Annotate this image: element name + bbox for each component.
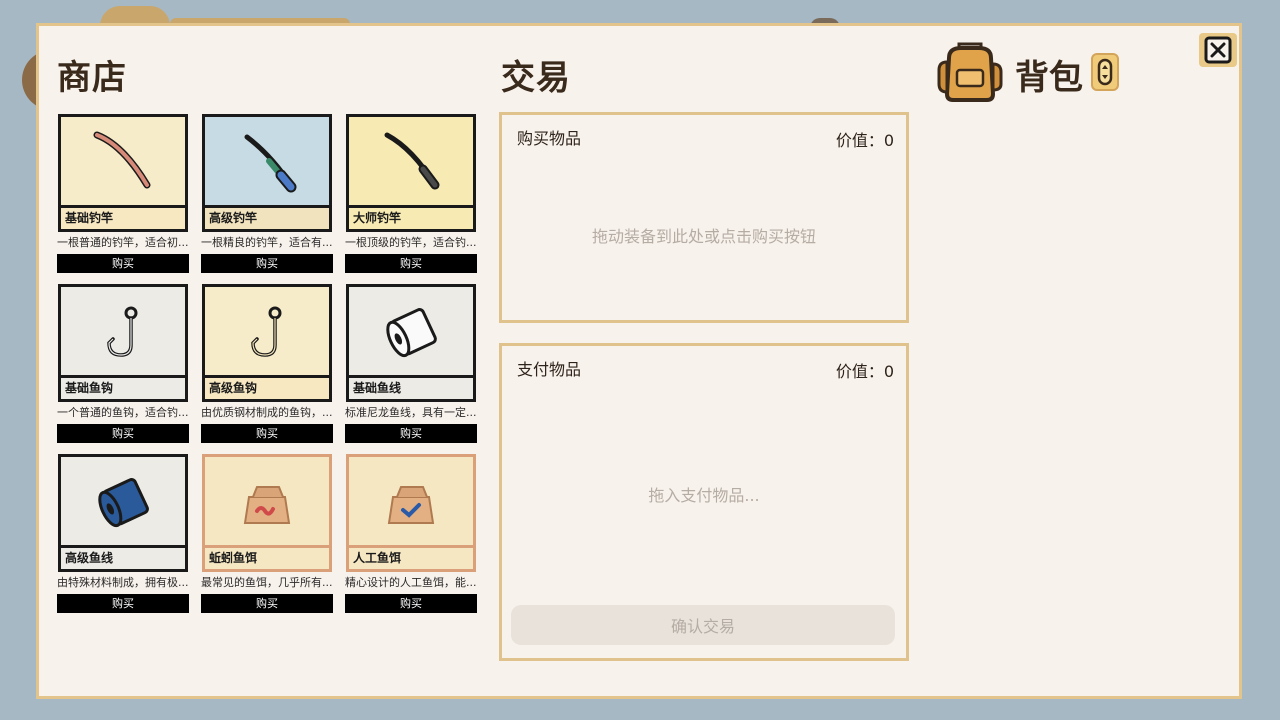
pay-items-value: 价值：0 <box>835 362 894 381</box>
shop-item-card[interactable]: 基础鱼线 <box>346 284 476 402</box>
shop-item-name: 蚯蚓鱼饵 <box>205 545 329 569</box>
shop-item-desc: 一根普通的钓竿，适合初... <box>57 236 189 249</box>
shop-item: 人工鱼饵 精心设计的人工鱼饵，能... 购买 <box>345 454 477 614</box>
shop-trade-panel: 商店 交易 基础钓竿 一根普通的钓竿，适合初... 购买 高级钓竿 一根精良的钓… <box>36 23 1242 699</box>
pay-items-title: 支付物品 <box>517 360 582 379</box>
basic-line-icon <box>386 308 437 358</box>
shop-item-name: 高级鱼钩 <box>205 375 329 399</box>
shop-item-desc: 标准尼龙鱼线，具有一定... <box>345 406 477 419</box>
backpack-title: 背包 <box>1015 58 1083 98</box>
shop-item: 高级鱼线 由特殊材料制成，拥有极... 购买 <box>57 454 189 614</box>
shop-item-name: 高级钓竿 <box>205 205 329 229</box>
shop-item-desc: 最常见的鱼饵，几乎所有... <box>201 576 333 589</box>
advanced-hook-icon <box>251 306 282 357</box>
advanced-line-icon <box>98 478 149 528</box>
shop-item-name: 人工鱼饵 <box>349 545 473 569</box>
buy-button[interactable]: 购买 <box>57 594 189 613</box>
shop-item-card[interactable]: 高级鱼线 <box>58 454 188 572</box>
shop-item-name: 基础鱼钩 <box>61 375 185 399</box>
shop-item: 基础鱼钩 一个普通的鱼钩，适合钓... 购买 <box>57 284 189 444</box>
buy-items-dropzone[interactable]: 购买物品 价值：0 拖动装备到此处或点击购买按钮 <box>499 112 909 323</box>
buy-button[interactable]: 购买 <box>201 424 333 443</box>
shop-item: 基础鱼线 标准尼龙鱼线，具有一定... 购买 <box>345 284 477 444</box>
shop-item-card[interactable]: 高级鱼钩 <box>202 284 332 402</box>
sort-toggle-button[interactable] <box>1091 53 1119 91</box>
shop-item-card[interactable]: 基础鱼钩 <box>58 284 188 402</box>
backpack-icon <box>937 42 1003 102</box>
buy-button[interactable]: 购买 <box>345 424 477 443</box>
buy-items-title: 购买物品 <box>517 129 582 148</box>
buy-button[interactable]: 购买 <box>201 594 333 613</box>
shop-item-card[interactable]: 大师钓竿 <box>346 114 476 232</box>
buy-button[interactable]: 购买 <box>57 254 189 273</box>
buy-button[interactable]: 购买 <box>345 254 477 273</box>
shop-item-name: 高级鱼线 <box>61 545 185 569</box>
pay-items-dropzone[interactable]: 支付物品 价值：0 拖入支付物品... 确认交易 <box>499 343 909 661</box>
worm-bait-icon <box>243 486 291 524</box>
shop-title: 商店 <box>57 58 127 98</box>
pay-items-hint: 拖入支付物品... <box>648 486 760 505</box>
buy-items-value: 价值：0 <box>835 131 894 150</box>
shop-item-card[interactable]: 高级钓竿 <box>202 114 332 232</box>
shop-item-name: 大师钓竿 <box>349 205 473 229</box>
basic-hook-icon <box>107 306 138 357</box>
trade-title: 交易 <box>501 58 571 98</box>
close-icon <box>1204 36 1232 64</box>
shop-item-card[interactable]: 人工鱼饵 <box>346 454 476 572</box>
shop-item-desc: 精心设计的人工鱼饵，能... <box>345 576 477 589</box>
shop-item: 蚯蚓鱼饵 最常见的鱼饵，几乎所有... 购买 <box>201 454 333 614</box>
shop-item: 高级钓竿 一根精良的钓竿，适合有... 购买 <box>201 114 333 274</box>
shop-item-desc: 一个普通的鱼钩，适合钓... <box>57 406 189 419</box>
shop-item-desc: 由优质钢材制成的鱼钩，... <box>201 406 333 419</box>
shop-item: 高级鱼钩 由优质钢材制成的鱼钩，... 购买 <box>201 284 333 444</box>
buy-button[interactable]: 购买 <box>201 254 333 273</box>
sort-toggle-icon <box>1097 58 1113 86</box>
basic-rod-icon <box>93 131 151 189</box>
buy-items-hint: 拖动装备到此处或点击购买按钮 <box>591 227 816 246</box>
close-button[interactable] <box>1199 33 1237 67</box>
advanced-rod-icon <box>244 134 297 193</box>
shop-item: 大师钓竿 一根顶级的钓竿，适合钓... 购买 <box>345 114 477 274</box>
shop-item-name: 基础鱼线 <box>349 375 473 399</box>
shop-item-grid: 基础钓竿 一根普通的钓竿，适合初... 购买 高级钓竿 一根精良的钓竿，适合有.… <box>57 114 477 614</box>
shop-item: 基础钓竿 一根普通的钓竿，适合初... 购买 <box>57 114 189 274</box>
master-rod-icon <box>384 132 440 190</box>
shop-item-desc: 一根顶级的钓竿，适合钓... <box>345 236 477 249</box>
buy-button[interactable]: 购买 <box>345 594 477 613</box>
confirm-trade-button[interactable]: 确认交易 <box>511 605 895 645</box>
shop-item-name: 基础钓竿 <box>61 205 185 229</box>
shop-item-desc: 一根精良的钓竿，适合有... <box>201 236 333 249</box>
shop-item-desc: 由特殊材料制成，拥有极... <box>57 576 189 589</box>
buy-button[interactable]: 购买 <box>57 424 189 443</box>
artificial-bait-icon <box>387 486 435 524</box>
shop-item-card[interactable]: 基础钓竿 <box>58 114 188 232</box>
shop-item-card[interactable]: 蚯蚓鱼饵 <box>202 454 332 572</box>
